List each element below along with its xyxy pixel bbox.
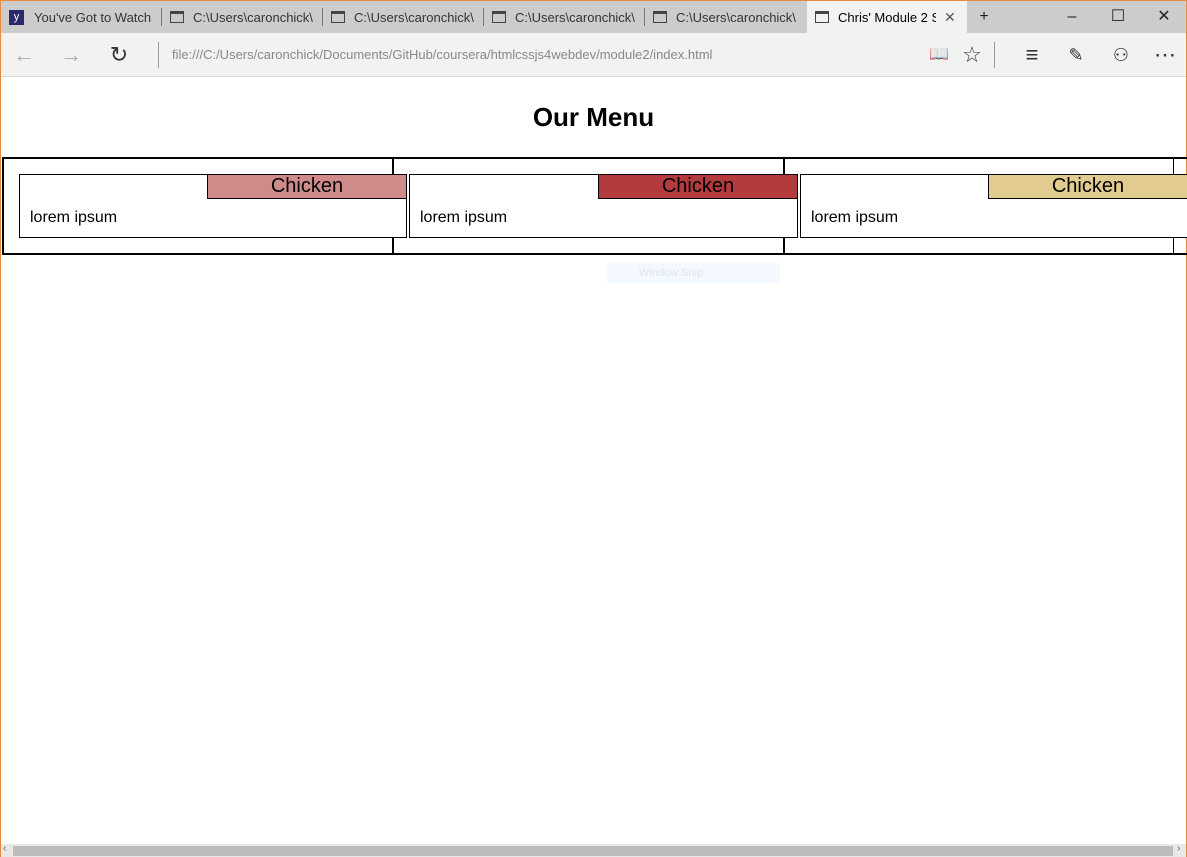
- web-note-icon[interactable]: ✎: [1058, 33, 1094, 77]
- divider: [158, 42, 159, 68]
- address-bar[interactable]: file:///C:/Users/caronchick/Documents/Gi…: [172, 33, 712, 77]
- scroll-right-icon[interactable]: ›: [1177, 843, 1180, 854]
- maximize-button[interactable]: ☐: [1095, 1, 1141, 33]
- tab-caronchick-2[interactable]: C:\Users\caronchick\: [323, 1, 484, 33]
- item-description: lorem ipsum: [30, 209, 118, 226]
- close-window-button[interactable]: ✕: [1141, 1, 1187, 33]
- tab-caronchick-3[interactable]: C:\Users\caronchick\: [484, 1, 645, 33]
- tab-bar: y You've Got to Watch C:\Users\caronchick…: [1, 1, 1186, 33]
- page-title: Our Menu: [532, 102, 655, 132]
- item-label: Chicken: [988, 174, 1187, 199]
- item-label: Chicken: [207, 174, 407, 199]
- navigation-bar: ← → ↻ file:///C:/Users/caronchick/Docume…: [1, 33, 1186, 77]
- share-icon[interactable]: ⚇: [1103, 33, 1139, 77]
- item-description: lorem ipsum: [420, 209, 508, 226]
- close-tab-icon[interactable]: ✕: [944, 9, 956, 26]
- tab-label: C:\Users\caronchick\: [354, 9, 474, 25]
- back-icon[interactable]: ←: [6, 33, 42, 77]
- divider: [994, 42, 995, 68]
- reading-view-icon[interactable]: 📖: [921, 33, 957, 77]
- favorite-star-icon[interactable]: ☆: [954, 33, 990, 77]
- minimize-button[interactable]: –: [1049, 1, 1095, 33]
- tab-label: C:\Users\caronchick\: [676, 9, 796, 25]
- tab-chris-module-2[interactable]: Chris' Module 2 S ✕: [807, 1, 967, 33]
- tab-label: C:\Users\caronchick\: [193, 9, 313, 25]
- item-description: lorem ipsum: [811, 209, 899, 226]
- tab-label: You've Got to Watch: [34, 9, 152, 25]
- refresh-icon[interactable]: ↻: [101, 33, 137, 77]
- tab-label: C:\Users\caronchick\: [515, 9, 635, 25]
- tab-caronchick-1[interactable]: C:\Users\caronchick\: [162, 1, 323, 33]
- forward-icon[interactable]: →: [53, 33, 89, 77]
- more-icon[interactable]: ⋯: [1147, 33, 1183, 77]
- tab-caronchick-4[interactable]: C:\Users\caronchick\: [645, 1, 806, 33]
- window-icon: [170, 11, 184, 23]
- window-icon: [492, 11, 506, 23]
- tab-youve-got-to-watch[interactable]: y You've Got to Watch: [1, 1, 162, 33]
- site-favicon-icon: y: [9, 9, 24, 25]
- new-tab-button[interactable]: +: [961, 1, 1007, 33]
- scrollbar-thumb[interactable]: [13, 846, 1173, 856]
- hub-icon[interactable]: ≡: [1014, 33, 1050, 77]
- window-snip-overlay: Window Snip: [607, 263, 780, 283]
- tab-label: Chris' Module 2 S: [838, 9, 936, 25]
- scroll-left-icon[interactable]: ‹: [3, 843, 6, 854]
- window-icon: [331, 11, 345, 23]
- item-label: Chicken: [598, 174, 798, 199]
- window-icon: [815, 11, 829, 23]
- window-icon: [653, 11, 667, 23]
